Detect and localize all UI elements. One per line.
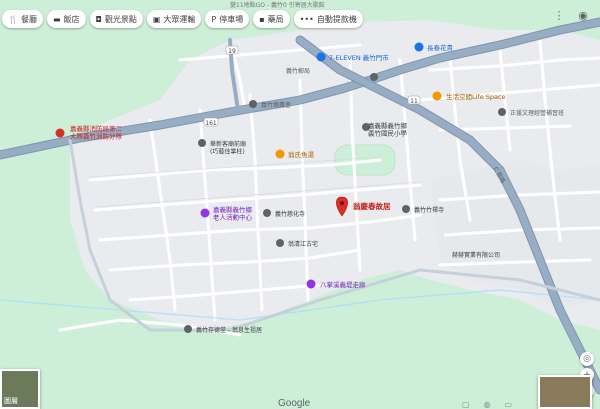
pharmacy-icon: ▪ [259, 14, 265, 24]
town-office-label: 義竹鄉農會 [261, 101, 291, 109]
chip-bed[interactable]: ▬ 飯店 [46, 10, 86, 28]
fire-station-label: 嘉義縣消防局第二大隊義竹消防分隊 [70, 124, 123, 141]
ellipsis-icon: ••• [299, 14, 314, 24]
fork-knife-icon: 🍴 [8, 14, 18, 24]
chip-camera[interactable]: ◘ 觀光景點 [89, 10, 143, 28]
layers-label: 圖層 [4, 397, 18, 405]
heritage-label: 八掌溪義堤走廊 [320, 280, 366, 289]
chip-label: 自動提款機 [316, 14, 357, 24]
destination-label: 翁慶春故居 [353, 201, 391, 211]
grid-apps-icon[interactable]: ⋮ [552, 8, 566, 22]
school-label: 嘉義縣義竹鄉義竹國民小學 [368, 121, 408, 138]
top-right-controls: ⋮ ◉ [552, 8, 590, 22]
ruler-icon[interactable]: ▭ [505, 400, 513, 409]
bed-icon: ▬ [52, 14, 61, 24]
store-sub-label: 義竹郵局 [286, 67, 310, 75]
camera-icon: ◘ [95, 14, 102, 24]
road-shield-161-label: 161 [205, 120, 217, 127]
parking-icon: P [211, 14, 217, 24]
globe-icon[interactable]: ◍ [484, 400, 491, 409]
category-chip-bar: 🍴 餐廳 ▬ 飯店 ◘ 觀光景點 ▣ 大眾運輸 P 停車場 ▪ 藥局 ••• 自動提款機 [2, 10, 363, 28]
bottom-tools: ▢ ◍ ▭ [462, 400, 512, 409]
cunde-label: 義竹存德堂 - 翁息生祖居 [196, 326, 262, 334]
yizhu-temple-label: 義竹慈化寺 [275, 210, 305, 218]
hezhen-label: 赫赫實業有限公司 [452, 251, 500, 259]
life-space-label: 生活空間Life Space [446, 92, 506, 101]
chip-label: 停車場 [219, 14, 244, 24]
map-canvas[interactable]: 161 19 11 嘉義縣消防局第二大隊義竹消防分隊 7-ELEVEN 義竹門市… [0, 0, 600, 409]
map-data-icon[interactable]: ▢ [462, 400, 470, 409]
poi-fish-soup[interactable]: 翁氏魚湯 [275, 149, 315, 160]
location-icon[interactable]: ◎ [580, 352, 594, 366]
poi-cunde[interactable]: 義竹存德堂 - 翁息生祖居 [184, 325, 262, 334]
google-logo: Google [278, 398, 311, 409]
bus-icon: ▣ [152, 14, 161, 24]
poi-hezhen[interactable]: 赫赫實業有限公司 [452, 251, 500, 259]
chip-parking[interactable]: P 停車場 [205, 10, 250, 28]
top-faded-text: 變11地點GO - 義竹0 引寄居大歌館 [230, 2, 325, 9]
ancient-house-label: 翁清江古宅 [288, 240, 318, 248]
account-icon[interactable]: ◉ [576, 8, 590, 22]
chip-ellipsis[interactable]: ••• 自動提款機 [293, 10, 363, 28]
chip-label: 大眾運輸 [163, 14, 196, 24]
chip-bus[interactable]: ▣ 大眾運輸 [146, 10, 202, 28]
road-shield-19: 19 [225, 45, 239, 55]
layers-button[interactable]: 圖層 [0, 369, 40, 409]
chip-fork-knife[interactable]: 🍴 餐廳 [2, 10, 43, 28]
chip-label: 藥局 [267, 14, 284, 24]
poi-school[interactable]: 嘉義縣義竹鄉義竹國民小學 [362, 121, 408, 138]
changchun-label: 長春花貴 [427, 43, 454, 52]
chip-pharmacy[interactable]: ▪ 藥局 [253, 10, 290, 28]
chip-label: 觀光景點 [104, 14, 137, 24]
senior-center-label: 嘉義縣義竹鄉老人活動中心 [213, 205, 253, 222]
zhengyuan-label: 正援文理經營補習班 [510, 109, 564, 117]
chip-label: 餐廳 [20, 14, 37, 24]
temple-hua-label: 華新客廟前廟(巧藝佳掌柱) [210, 140, 246, 156]
chip-label: 飯店 [63, 14, 80, 24]
road-shield-19-label: 19 [228, 48, 236, 55]
yizhu-chan-label: 義竹竹禪寺 [414, 206, 444, 214]
fish-soup-label: 翁氏魚湯 [288, 150, 315, 159]
road-shield-11-label: 11 [410, 98, 418, 105]
store-label: 7-ELEVEN 義竹門市 [329, 53, 389, 62]
street-view-thumbnail[interactable] [538, 375, 592, 409]
road-shield-161: 161 [203, 117, 219, 127]
poi-changchun[interactable]: 長春花貴 [414, 42, 454, 53]
road-shield-11: 11 [407, 95, 421, 105]
